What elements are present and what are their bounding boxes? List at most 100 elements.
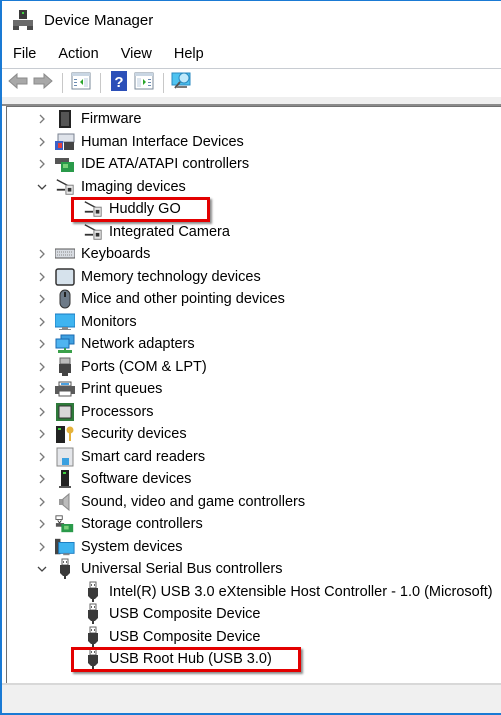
show-hide-action-pane-button[interactable] [132, 72, 156, 94]
smart-card-reader-icon [55, 447, 75, 467]
chevron-right-icon[interactable] [35, 378, 49, 400]
tree-category[interactable]: Mice and other pointing devices [35, 288, 285, 310]
chevron-right-icon[interactable] [35, 423, 49, 445]
chevron-right-icon[interactable] [35, 513, 49, 535]
chevron-right-icon[interactable] [35, 311, 49, 333]
annotation-highlight-box [71, 647, 301, 672]
tree-category[interactable]: IDE ATA/ATAPI controllers [35, 153, 249, 175]
chevron-right-icon[interactable] [35, 356, 49, 378]
tree-item-label: Human Interface Devices [81, 133, 244, 150]
tree-item-label: Memory technology devices [81, 268, 261, 285]
menu-file[interactable]: File [2, 46, 47, 62]
chevron-down-icon[interactable] [35, 176, 49, 198]
device-manager-window: Device Manager File Action View Help ? F… [0, 0, 501, 715]
help-button[interactable]: ? [107, 70, 131, 94]
scan-hardware-changes-icon [171, 71, 193, 96]
tree-category[interactable]: Software devices [35, 468, 191, 490]
back-button[interactable] [6, 72, 30, 94]
tree-item-label: Ports (COM & LPT) [81, 358, 207, 375]
printer-icon [55, 379, 75, 399]
security-device-icon [55, 424, 75, 444]
tree-category[interactable]: Processors [35, 401, 154, 423]
tree-category[interactable]: Print queues [35, 378, 162, 400]
tree-category[interactable]: Storage controllers [35, 513, 203, 535]
tree-item-label: Network adapters [81, 336, 195, 352]
tree-category[interactable]: Security devices [35, 423, 187, 445]
device-tree: Firmware Human Interface Devices IDE ATA/A… [6, 106, 501, 683]
usb-icon [55, 558, 75, 579]
tree-category[interactable]: Imaging devices [35, 176, 186, 198]
tree-item-label: IDE ATA/ATAPI controllers [81, 156, 250, 172]
toolbar: ? [2, 69, 501, 97]
window-title: Device Manager [44, 11, 154, 29]
show-hide-action-pane-icon [134, 72, 154, 95]
memory-device-icon [55, 267, 75, 287]
chevron-right-icon[interactable] [35, 131, 49, 153]
chevron-right-icon[interactable] [35, 401, 49, 423]
tree-category[interactable]: Smart card readers [35, 446, 205, 468]
scan-hardware-changes-button[interactable] [170, 72, 194, 94]
usb-icon [83, 581, 103, 602]
tree-category[interactable]: Universal Serial Bus controllers [35, 558, 282, 580]
tree-category[interactable]: Network adapters [35, 333, 195, 355]
show-hide-console-tree-icon [71, 72, 91, 95]
port-icon [55, 357, 75, 377]
keyboard-icon [55, 244, 75, 264]
mouse-icon [55, 289, 75, 309]
toolbar-separator [163, 73, 164, 93]
chevron-right-icon[interactable] [35, 243, 49, 265]
chevron-right-icon[interactable] [35, 288, 49, 310]
chevron-right-icon[interactable] [35, 266, 49, 288]
processor-icon [55, 402, 75, 422]
menu-help[interactable]: Help [163, 46, 215, 62]
chevron-down-icon[interactable] [35, 558, 49, 580]
tree-category[interactable]: Memory technology devices [35, 266, 261, 288]
chevron-right-icon[interactable] [35, 536, 49, 558]
tree-category[interactable]: Human Interface Devices [35, 131, 244, 153]
forward-button[interactable] [31, 72, 55, 94]
tree-item-label: Storage controllers [81, 516, 203, 532]
show-hide-console-tree-button[interactable] [69, 72, 93, 94]
tree-category[interactable]: Ports (COM & LPT) [35, 356, 207, 378]
tree-device[interactable]: Integrated Camera [57, 221, 230, 243]
speaker-icon [55, 492, 75, 512]
chevron-right-icon[interactable] [35, 468, 49, 490]
tree-item-label: Mice and other pointing devices [81, 291, 285, 307]
tree-item-label: System devices [81, 538, 183, 555]
menu-action[interactable]: Action [47, 46, 109, 62]
tree-category[interactable]: Keyboards [35, 243, 150, 265]
tree-category[interactable]: Firmware [35, 108, 141, 130]
tree-item-label: Processors [81, 403, 154, 420]
chevron-right-icon[interactable] [35, 446, 49, 468]
usb-icon [83, 603, 103, 624]
hid-icon [55, 132, 75, 152]
annotation-highlight-box [71, 197, 210, 222]
svg-text:?: ? [114, 74, 123, 91]
software-device-icon [55, 469, 75, 489]
chevron-right-icon[interactable] [35, 153, 49, 175]
toolbar-bottom-border [2, 97, 501, 106]
tree-category[interactable]: Sound, video and game controllers [35, 491, 305, 513]
usb-icon [83, 626, 103, 647]
tree-device[interactable]: Intel(R) USB 3.0 eXtensible Host Control… [57, 581, 493, 603]
chevron-right-icon[interactable] [35, 108, 49, 130]
tree-item-label: USB Composite Device [109, 606, 261, 622]
camera-icon [83, 222, 103, 242]
tree-item-label: Imaging devices [81, 178, 186, 195]
tree-device[interactable]: USB Composite Device [57, 603, 261, 625]
tree-item-label: USB Composite Device [109, 628, 261, 645]
tree-item-label: Print queues [81, 381, 163, 397]
tree-category[interactable]: System devices [35, 536, 183, 558]
status-bar [2, 683, 501, 713]
menu-view[interactable]: View [110, 46, 163, 62]
tree-device[interactable]: USB Composite Device [57, 626, 261, 648]
chevron-right-icon[interactable] [35, 333, 49, 355]
tree-category[interactable]: Monitors [35, 311, 137, 333]
title-bar: Device Manager [2, 1, 501, 39]
chevron-right-icon[interactable] [35, 491, 49, 513]
